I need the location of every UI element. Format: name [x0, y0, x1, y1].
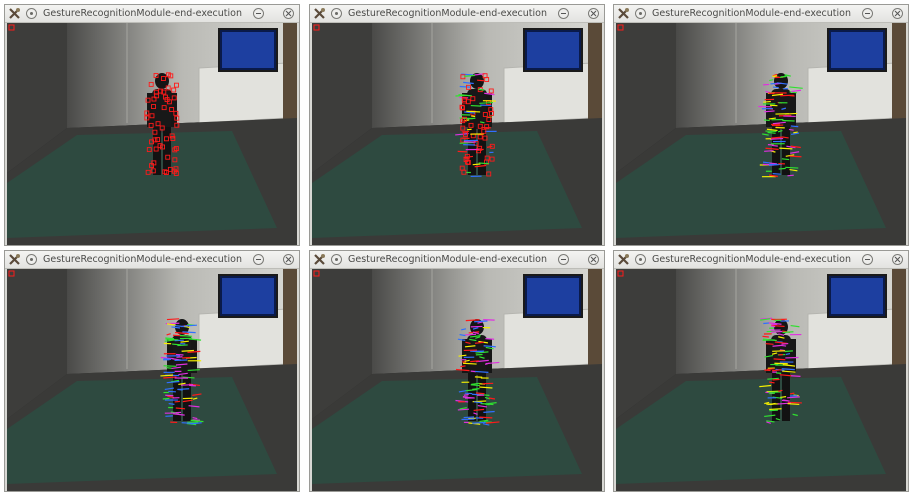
video-window-3[interactable]: GestureRecognitionModule-end-execution: [613, 4, 909, 246]
window-title: GestureRecognitionModule-end-execution: [43, 254, 242, 265]
camera-frame: [616, 269, 906, 491]
tools-icon[interactable]: [617, 7, 630, 20]
scene-drawing: [7, 23, 297, 245]
scene-drawing: [312, 269, 602, 491]
video-window-1[interactable]: GestureRecognitionModule-end-execution: [4, 4, 300, 246]
camera-frame: [7, 23, 297, 245]
camera-frame: [312, 23, 602, 245]
window-title: GestureRecognitionModule-end-execution: [348, 254, 547, 265]
scene-drawing: [7, 269, 297, 491]
camera-frame: [616, 23, 906, 245]
window-titlebar[interactable]: GestureRecognitionModule-end-execution: [5, 251, 299, 269]
close-icon[interactable]: [283, 8, 294, 19]
window-title: GestureRecognitionModule-end-execution: [652, 8, 851, 19]
video-window-6[interactable]: GestureRecognitionModule-end-execution: [613, 250, 909, 492]
window-titlebar[interactable]: GestureRecognitionModule-end-execution: [310, 5, 604, 23]
close-icon[interactable]: [892, 254, 903, 265]
scene-drawing: [616, 269, 906, 491]
window-menu-icon[interactable]: [635, 254, 646, 265]
window-title: GestureRecognitionModule-end-execution: [652, 254, 851, 265]
tools-icon[interactable]: [617, 253, 630, 266]
window-menu-icon[interactable]: [635, 8, 646, 19]
minimize-icon[interactable]: [253, 8, 264, 19]
window-title: GestureRecognitionModule-end-execution: [348, 8, 547, 19]
close-icon[interactable]: [588, 254, 599, 265]
window-titlebar[interactable]: GestureRecognitionModule-end-execution: [614, 5, 908, 23]
tools-icon[interactable]: [313, 7, 326, 20]
minimize-icon[interactable]: [862, 8, 873, 19]
minimize-icon[interactable]: [558, 8, 569, 19]
video-window-2[interactable]: GestureRecognitionModule-end-execution: [309, 4, 605, 246]
window-menu-icon[interactable]: [26, 8, 37, 19]
window-title: GestureRecognitionModule-end-execution: [43, 8, 242, 19]
window-titlebar[interactable]: GestureRecognitionModule-end-execution: [614, 251, 908, 269]
window-titlebar[interactable]: GestureRecognitionModule-end-execution: [5, 5, 299, 23]
camera-frame: [7, 269, 297, 491]
close-icon[interactable]: [588, 8, 599, 19]
scene-drawing: [616, 23, 906, 245]
scene-drawing: [312, 23, 602, 245]
close-icon[interactable]: [283, 254, 294, 265]
video-window-4[interactable]: GestureRecognitionModule-end-execution: [4, 250, 300, 492]
minimize-icon[interactable]: [862, 254, 873, 265]
camera-frame: [312, 269, 602, 491]
minimize-icon[interactable]: [558, 254, 569, 265]
minimize-icon[interactable]: [253, 254, 264, 265]
tools-icon[interactable]: [8, 7, 21, 20]
window-menu-icon[interactable]: [331, 8, 342, 19]
window-titlebar[interactable]: GestureRecognitionModule-end-execution: [310, 251, 604, 269]
window-menu-icon[interactable]: [331, 254, 342, 265]
window-menu-icon[interactable]: [26, 254, 37, 265]
tools-icon[interactable]: [313, 253, 326, 266]
close-icon[interactable]: [892, 8, 903, 19]
video-window-5[interactable]: GestureRecognitionModule-end-execution: [309, 250, 605, 492]
tools-icon[interactable]: [8, 253, 21, 266]
